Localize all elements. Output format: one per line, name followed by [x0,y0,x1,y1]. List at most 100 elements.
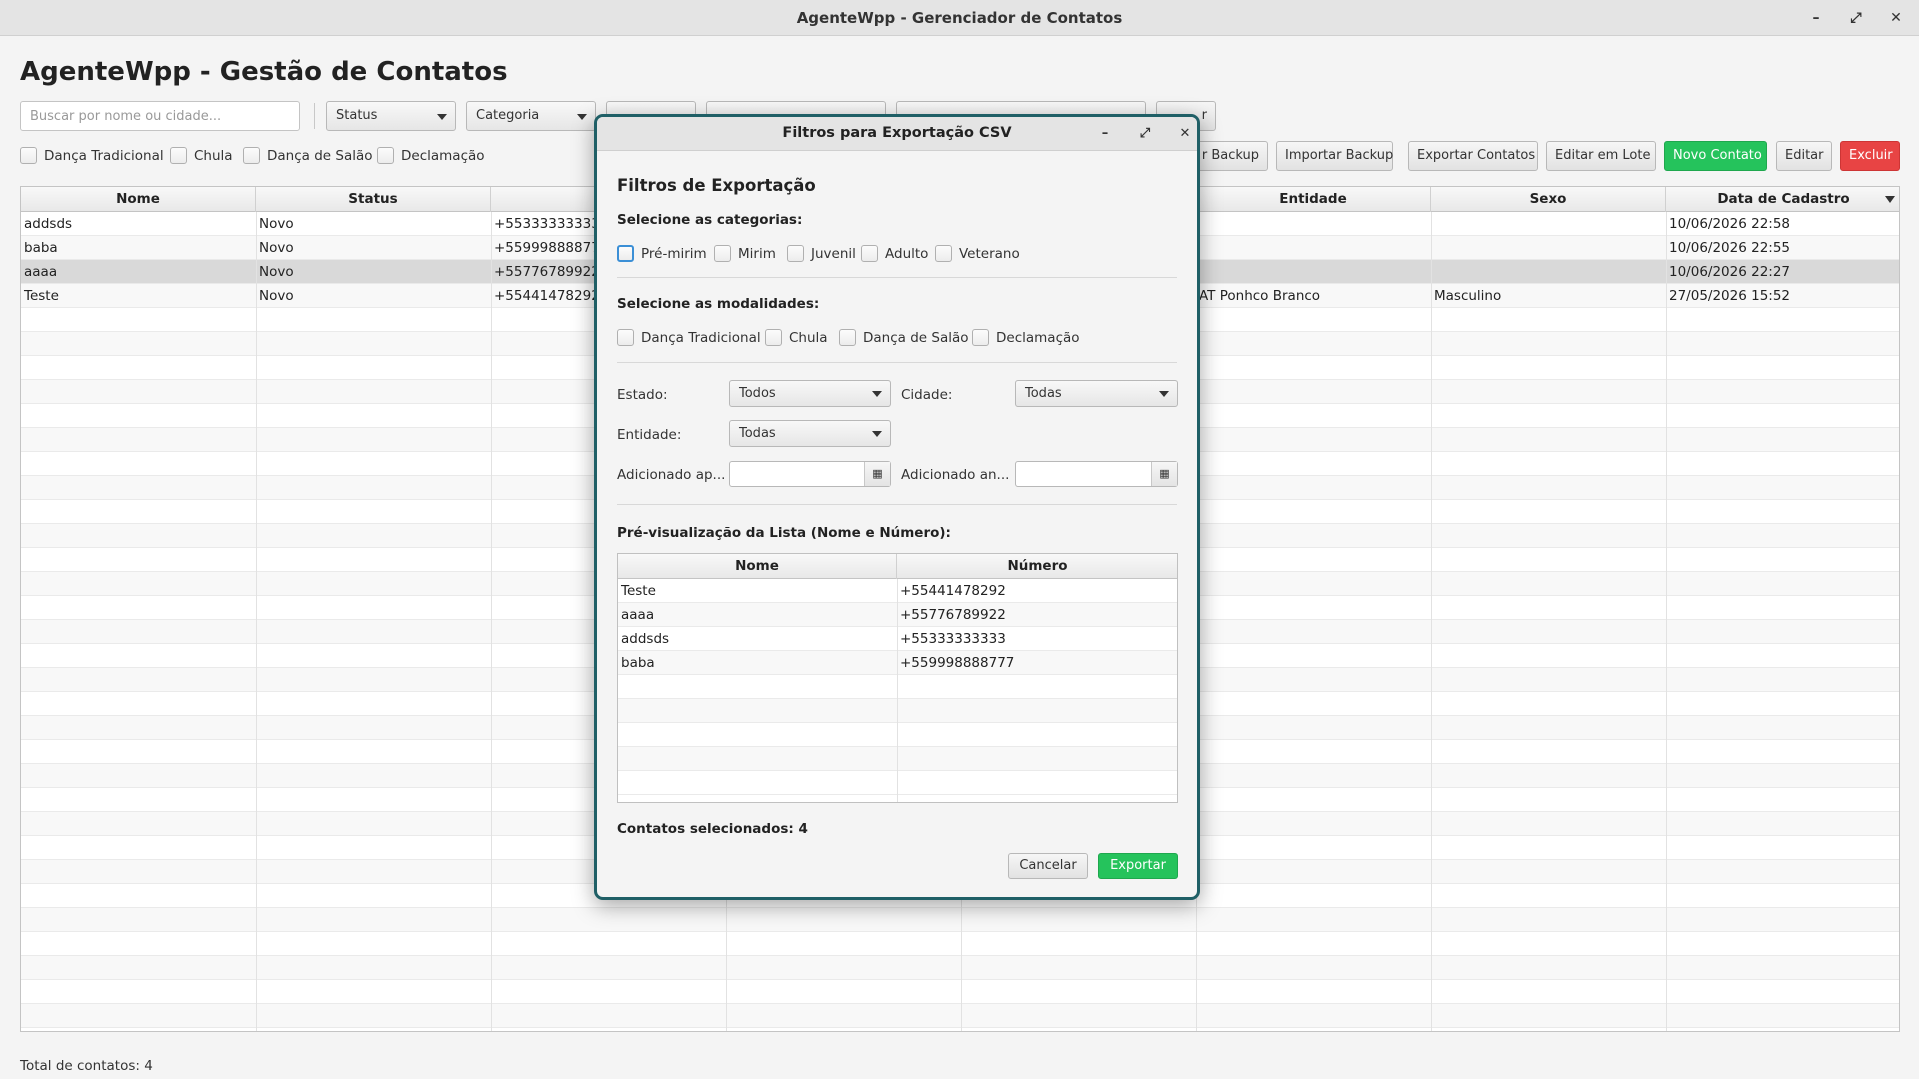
checkbox-label: Chula [194,148,233,164]
checkbox-label: Dança de Salão [267,148,373,164]
backup-button[interactable]: r Backup [1190,141,1268,171]
preview-column-numero[interactable]: Número [897,554,1177,579]
calendar-icon[interactable]: ▦ [864,462,890,486]
checkbox[interactable] [861,245,878,262]
table-cell-status: Novo [259,264,294,280]
checkbox[interactable] [972,329,989,346]
preview-cell-nome: Teste [621,583,656,599]
chevron-down-icon [872,391,882,397]
table-row[interactable] [21,932,1899,956]
checkbox[interactable] [377,147,394,164]
categoria-combo[interactable]: Categoria [466,101,596,131]
adicionado-apos-date-picker[interactable]: ▦ [729,461,891,487]
table-row[interactable] [21,980,1899,1004]
cancel-button[interactable]: Cancelar [1008,853,1088,879]
table-cell-nome: addsds [24,216,73,232]
toolbar-divider [314,103,315,129]
table-cell-data: 27/05/2026 15:52 [1669,288,1791,304]
delete-button[interactable]: Excluir [1840,141,1900,171]
column-header-sexo[interactable]: Sexo [1431,187,1666,212]
categoria-check-mirim[interactable]: Mirim [714,244,776,264]
maximize-icon[interactable]: ⤢ [1133,122,1157,146]
calendar-icon[interactable]: ▦ [1151,462,1177,486]
checkbox-label: Adulto [885,246,929,262]
preview-column-nome[interactable]: Nome [618,554,897,579]
modalidade-check-declamacao[interactable]: Declamação [972,328,1080,348]
dialog-titlebar: Filtros para Exportação CSV – ⤢ ✕ [597,117,1197,151]
checkbox[interactable] [243,147,260,164]
table-cell-sexo [1431,212,1666,236]
filter-check-danca-salao[interactable]: Dança de Salão [243,146,373,166]
categoria-check-veterano[interactable]: Veterano [935,244,1020,264]
selected-count-label: Contatos selecionados: 4 [617,821,808,837]
filter-check-danca-tradicional[interactable]: Dança Tradicional [20,146,164,166]
table-cell-sexo: Masculino [1434,288,1502,304]
checkbox[interactable] [617,245,634,262]
table-cell-entidade [1196,260,1431,284]
checkbox[interactable] [617,329,634,346]
checkbox-label: Veterano [959,246,1020,262]
checkbox[interactable] [20,147,37,164]
categoria-check-juvenil[interactable]: Juvenil [787,244,856,264]
window-title: AgenteWpp - Gerenciador de Contatos [796,9,1123,27]
preview-table-header: Nome Número [618,554,1177,579]
export-contacts-button[interactable]: Exportar Contatos [1408,141,1538,171]
table-row[interactable] [21,908,1899,932]
modalidade-check-chula[interactable]: Chula [765,328,828,348]
modalidade-check-danca-tradicional[interactable]: Dança Tradicional [617,328,761,348]
close-icon[interactable]: ✕ [1173,122,1197,146]
checkbox[interactable] [170,147,187,164]
estado-combo[interactable]: Todos [729,380,891,407]
checkbox-label: Dança Tradicional [641,330,761,346]
import-backup-button[interactable]: Importar Backup [1276,141,1393,171]
section-divider [617,504,1177,505]
filter-check-chula[interactable]: Chula [170,146,233,166]
column-header-data-cadastro[interactable]: Data de Cadastro [1666,187,1899,212]
edit-batch-button[interactable]: Editar em Lote [1546,141,1656,171]
export-button[interactable]: Exportar [1098,853,1178,879]
new-contact-button[interactable]: Novo Contato [1664,141,1767,171]
preview-table[interactable]: Nome Número Teste +55441478292 aaaa +557767… [617,553,1178,803]
cidade-label: Cidade: [901,387,953,403]
column-header-status[interactable]: Status [256,187,491,212]
modalidades-label: Selecione as modalidades: [617,296,820,312]
checkbox[interactable] [787,245,804,262]
checkbox[interactable] [935,245,952,262]
table-row[interactable] [21,1004,1899,1028]
cidade-combo[interactable]: Todas [1015,380,1178,407]
search-input[interactable] [20,101,300,131]
edit-button[interactable]: Editar [1776,141,1832,171]
adicionado-antes-date-picker[interactable]: ▦ [1015,461,1178,487]
categoria-check-adulto[interactable]: Adulto [861,244,928,264]
table-cell-status: Novo [259,288,294,304]
preview-label: Pré-visualização da Lista (Nome e Número… [617,525,951,541]
categoria-check-pre-mirim[interactable]: Pré-mirim [617,244,707,264]
checkbox-label: Declamação [401,148,485,164]
table-cell-nome: Teste [24,288,59,304]
page-title: AgenteWpp - Gestão de Contatos [20,57,508,87]
entidade-combo[interactable]: Todas [729,420,891,447]
checkbox[interactable] [714,245,731,262]
maximize-icon[interactable]: ⤢ [1843,6,1869,30]
estado-combo-value: Todos [739,386,776,401]
table-cell-data: 10/06/2026 22:55 [1669,240,1791,256]
status-combo[interactable]: Status [326,101,456,131]
checkbox-label: Declamação [996,330,1080,346]
minimize-icon[interactable]: – [1803,6,1829,30]
preview-cell-nome: aaaa [621,607,655,623]
table-cell-nome: baba [24,240,58,256]
adicionado-antes-label: Adicionado an... [901,467,1010,483]
close-icon[interactable]: ✕ [1883,6,1909,30]
export-filter-dialog: Filtros para Exportação CSV – ⤢ ✕ Filtro… [594,114,1200,900]
checkbox[interactable] [765,329,782,346]
window-titlebar: AgenteWpp - Gerenciador de Contatos – ⤢ … [0,0,1919,36]
minimize-icon[interactable]: – [1093,122,1117,146]
table-row[interactable] [21,956,1899,980]
table-cell-status: Novo [259,216,294,232]
checkbox[interactable] [839,329,856,346]
table-cell-entidade [1196,236,1431,260]
filter-check-declamacao[interactable]: Declamação [377,146,485,166]
column-header-nome[interactable]: Nome [21,187,256,212]
modalidade-check-danca-salao[interactable]: Dança de Salão [839,328,969,348]
column-header-entidade[interactable]: Entidade [1196,187,1431,212]
